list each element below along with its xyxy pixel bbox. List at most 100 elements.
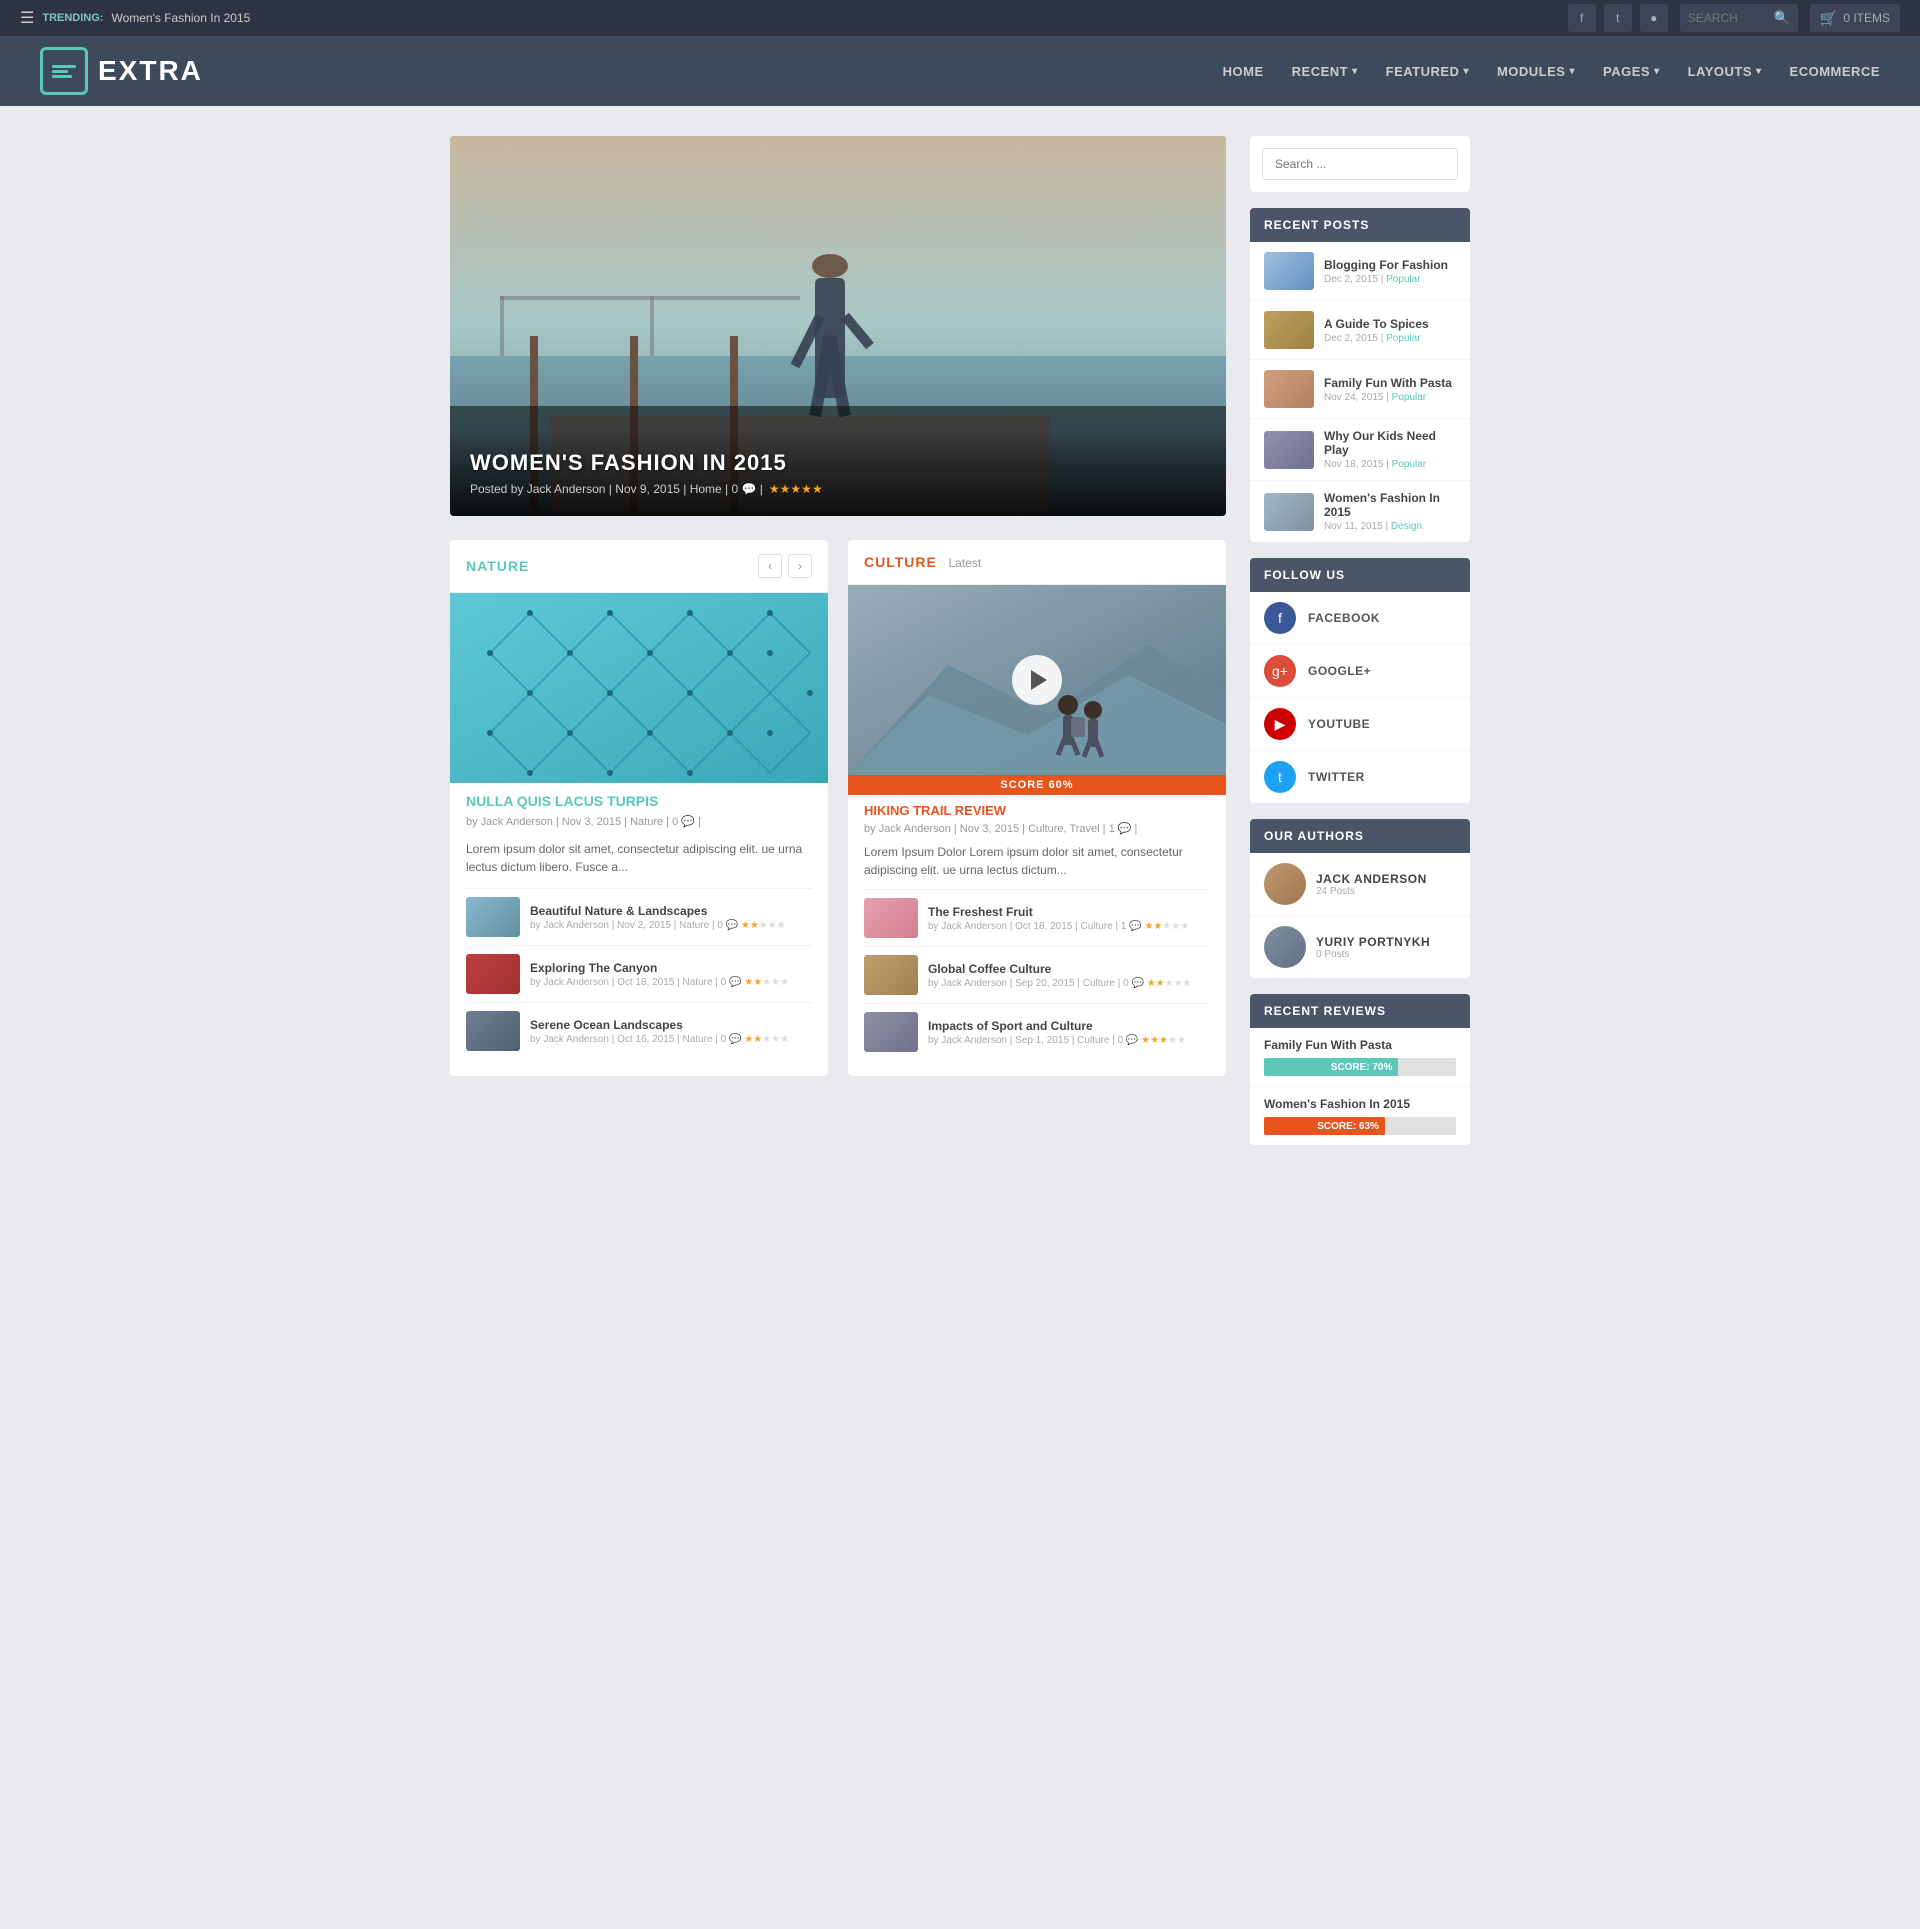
culture-list-content-2: Global Coffee Culture by Jack Anderson |… — [928, 962, 1210, 989]
recent-post-badge-1: Popular — [1386, 274, 1420, 285]
nature-list-content-2: Exploring The Canyon by Jack Anderson | … — [530, 961, 812, 988]
facebook-label: FACEBOOK — [1308, 611, 1380, 625]
review-bar-bg-2: SCORE: 63% — [1264, 1117, 1456, 1135]
nav-modules[interactable]: MODULES ▾ — [1497, 64, 1575, 79]
list-item: Exploring The Canyon by Jack Anderson | … — [466, 945, 812, 1002]
culture-list-thumb-2 — [864, 955, 918, 995]
recent-post-item: A Guide To Spices Dec 2, 2015 | Popular — [1250, 301, 1470, 360]
nature-nav-arrows: ‹ › — [758, 554, 812, 578]
review-bar-fill-2: SCORE: 63% — [1264, 1117, 1385, 1135]
nature-featured-desc: Lorem ipsum dolor sit amet, consectetur … — [450, 836, 828, 888]
hero-title: WOMEN'S FASHION IN 2015 — [470, 450, 1206, 476]
googleplus-label: GOOGLE+ — [1308, 664, 1371, 678]
nature-featured-title[interactable]: NULLA QUIS LACUS TURPIS — [450, 783, 828, 813]
sidebar: RECENT POSTS Blogging For Fashion Dec 2,… — [1250, 136, 1470, 1161]
review-title-2[interactable]: Women's Fashion In 2015 — [1264, 1097, 1456, 1111]
author-name-1[interactable]: JACK ANDERSON — [1316, 872, 1427, 886]
recent-post-title-4[interactable]: Why Our Kids Need Play — [1324, 429, 1456, 457]
nav-home[interactable]: HOME — [1223, 64, 1264, 79]
culture-list-title-1[interactable]: The Freshest Fruit — [928, 905, 1210, 919]
twitter-topbar-icon[interactable]: t — [1604, 4, 1632, 32]
recent-post-title-1[interactable]: Blogging For Fashion — [1324, 258, 1456, 272]
top-search-bar[interactable]: 🔍 — [1680, 4, 1798, 32]
author-name-2[interactable]: YURIY PORTNYKH — [1316, 935, 1430, 949]
recent-post-info-2: A Guide To Spices Dec 2, 2015 | Popular — [1324, 317, 1456, 344]
culture-featured-title[interactable]: HIKING TRAIL REVIEW — [848, 795, 1226, 820]
author-info-1: JACK ANDERSON 24 Posts — [1316, 872, 1427, 897]
culture-section: CULTURE Latest — [848, 540, 1226, 1076]
recent-post-meta-5: Nov 11, 2015 | Design — [1324, 521, 1456, 532]
nature-list-title-3[interactable]: Serene Ocean Landscapes — [530, 1018, 812, 1032]
recent-arrow: ▾ — [1352, 66, 1358, 77]
culture-list-content-1: The Freshest Fruit by Jack Anderson | Oc… — [928, 905, 1210, 932]
recent-post-badge-5: Design — [1391, 521, 1422, 532]
recent-post-info-3: Family Fun With Pasta Nov 24, 2015 | Pop… — [1324, 376, 1456, 403]
twitter-label: TWITTER — [1308, 770, 1365, 784]
recent-posts-header: RECENT POSTS — [1250, 208, 1470, 242]
recent-post-title-2[interactable]: A Guide To Spices — [1324, 317, 1456, 331]
follow-youtube[interactable]: ▶ YOUTUBE — [1250, 698, 1470, 751]
nature-list-title-1[interactable]: Beautiful Nature & Landscapes — [530, 904, 812, 918]
bottom-grid: NATURE ‹ › — [450, 540, 1226, 1076]
follow-twitter[interactable]: t TWITTER — [1250, 751, 1470, 803]
nature-prev-arrow[interactable]: ‹ — [758, 554, 782, 578]
nature-next-arrow[interactable]: › — [788, 554, 812, 578]
menu-icon[interactable]: ☰ — [20, 8, 34, 28]
nav-featured[interactable]: FEATURED ▾ — [1386, 64, 1469, 79]
modules-arrow: ▾ — [1569, 66, 1575, 77]
nav-recent[interactable]: RECENT ▾ — [1292, 64, 1358, 79]
list-item: The Freshest Fruit by Jack Anderson | Oc… — [864, 889, 1210, 946]
review-item-1: Family Fun With Pasta SCORE: 70% — [1250, 1028, 1470, 1087]
review-score-2: SCORE: 63% — [1317, 1121, 1379, 1132]
sidebar-search — [1250, 136, 1470, 192]
cart-button[interactable]: 🛒 0 ITEMS — [1810, 4, 1900, 32]
recent-post-thumb-4 — [1264, 431, 1314, 469]
youtube-label: YOUTUBE — [1308, 717, 1370, 731]
recent-post-title-5[interactable]: Women's Fashion In 2015 — [1324, 491, 1456, 519]
nature-list-thumb-2 — [466, 954, 520, 994]
culture-header-group: CULTURE Latest — [864, 554, 981, 570]
nature-list-content-3: Serene Ocean Landscapes by Jack Anderson… — [530, 1018, 812, 1045]
culture-list-title-3[interactable]: Impacts of Sport and Culture — [928, 1019, 1210, 1033]
instagram-topbar-icon[interactable]: ● — [1640, 4, 1668, 32]
top-bar-left: ☰ TRENDING: Women's Fashion In 2015 — [20, 8, 250, 28]
nav-ecommerce[interactable]: ECOMMERCE — [1790, 64, 1880, 79]
nav-layouts[interactable]: LAYOUTS ▾ — [1688, 64, 1762, 79]
cart-icon: 🛒 — [1820, 10, 1837, 27]
logo[interactable]: EXTRA — [40, 47, 203, 95]
culture-list-content-3: Impacts of Sport and Culture by Jack And… — [928, 1019, 1210, 1046]
hero-meta: Posted by Jack Anderson | Nov 9, 2015 | … — [470, 482, 1206, 496]
recent-post-item: Blogging For Fashion Dec 2, 2015 | Popul… — [1250, 242, 1470, 301]
review-item-2: Women's Fashion In 2015 SCORE: 63% — [1250, 1087, 1470, 1145]
culture-list-title-2[interactable]: Global Coffee Culture — [928, 962, 1210, 976]
nature-section-header: NATURE ‹ › — [450, 540, 828, 593]
author-item: YURIY PORTNYKH 0 Posts — [1250, 916, 1470, 978]
facebook-topbar-icon[interactable]: f — [1568, 4, 1596, 32]
follow-facebook[interactable]: f FACEBOOK — [1250, 592, 1470, 645]
author-info-2: YURIY PORTNYKH 0 Posts — [1316, 935, 1430, 960]
recent-post-thumb-3 — [1264, 370, 1314, 408]
googleplus-icon: g+ — [1264, 655, 1296, 687]
recent-post-info-4: Why Our Kids Need Play Nov 18, 2015 | Po… — [1324, 429, 1456, 470]
review-title-1[interactable]: Family Fun With Pasta — [1264, 1038, 1456, 1052]
hero-overlay: WOMEN'S FASHION IN 2015 Posted by Jack A… — [450, 430, 1226, 516]
play-button[interactable] — [848, 585, 1226, 775]
recent-post-badge-3: Popular — [1392, 392, 1426, 403]
recent-post-title-3[interactable]: Family Fun With Pasta — [1324, 376, 1456, 390]
author-item: JACK ANDERSON 24 Posts — [1250, 853, 1470, 916]
follow-googleplus[interactable]: g+ GOOGLE+ — [1250, 645, 1470, 698]
culture-list-meta-3: by Jack Anderson | Sep 1, 2015 | Culture… — [928, 1035, 1210, 1046]
nature-list-title-2[interactable]: Exploring The Canyon — [530, 961, 812, 975]
nav-pages[interactable]: PAGES ▾ — [1603, 64, 1660, 79]
sidebar-search-input[interactable] — [1262, 148, 1458, 180]
top-search-input[interactable] — [1688, 11, 1768, 25]
follow-us-section: FOLLOW US f FACEBOOK g+ GOOGLE+ ▶ YOUTUB… — [1250, 558, 1470, 803]
top-bar-right: f t ● 🔍 🛒 0 ITEMS — [1568, 4, 1900, 32]
list-item: Beautiful Nature & Landscapes by Jack An… — [466, 888, 812, 945]
recent-post-item: Women's Fashion In 2015 Nov 11, 2015 | D… — [1250, 481, 1470, 542]
play-circle — [1012, 655, 1062, 705]
top-bar: ☰ TRENDING: Women's Fashion In 2015 f t … — [0, 0, 1920, 36]
author-avatar-2 — [1264, 926, 1306, 968]
hero: WOMEN'S FASHION IN 2015 Posted by Jack A… — [450, 136, 1226, 516]
nature-list-thumb-1 — [466, 897, 520, 937]
